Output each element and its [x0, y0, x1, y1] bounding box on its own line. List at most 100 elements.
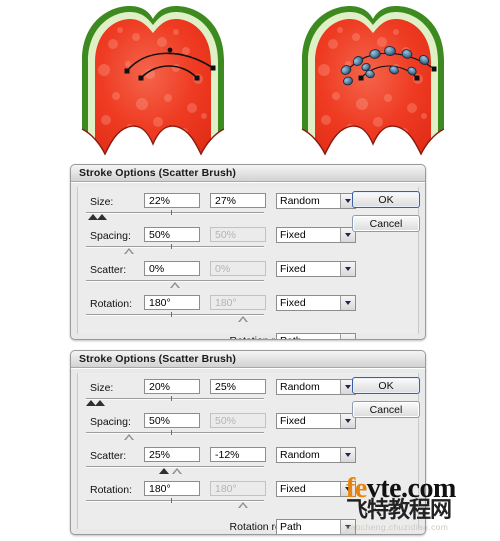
slider-handle-max[interactable]	[171, 468, 182, 474]
slider-handle[interactable]	[123, 248, 134, 254]
slider-tick	[171, 396, 173, 401]
size-max-input[interactable]: 27%	[210, 193, 266, 208]
size-slider[interactable]	[86, 210, 264, 223]
scatter-mode-value: Fixed	[280, 263, 306, 275]
chevron-down-icon[interactable]	[340, 262, 355, 276]
slider-handle-max[interactable]	[95, 400, 106, 406]
spacing-slider[interactable]	[86, 430, 264, 443]
slider-handle-min[interactable]	[159, 468, 170, 474]
spacing-mode-dropdown[interactable]: Fixed	[276, 413, 356, 429]
anchor-point[interactable]	[124, 68, 130, 74]
rotation-mode-dropdown[interactable]: Fixed	[276, 295, 356, 311]
slider-tick	[171, 210, 173, 215]
anchor-point[interactable]	[210, 65, 216, 71]
dialog-title: Stroke Options (Scatter Brush)	[79, 353, 237, 365]
dialog-content-panel: Size: 22% 27% Random Spacing: 50% 50% Fi…	[77, 187, 420, 339]
illustration-area	[0, 0, 500, 160]
rotation-min-input[interactable]: 180°	[144, 295, 200, 310]
slider-track	[86, 212, 264, 214]
cancel-button[interactable]: Cancel	[352, 401, 420, 418]
row-rotation: Rotation: 180° 180° Fixed	[86, 481, 412, 515]
anchor-point[interactable]	[138, 75, 144, 81]
row-label-rotation: Rotation:	[90, 298, 133, 310]
chevron-down-icon[interactable]	[340, 520, 355, 534]
anchor-point[interactable]	[414, 75, 420, 81]
slider-tick	[171, 498, 173, 503]
spacing-mode-dropdown[interactable]: Fixed	[276, 227, 356, 243]
scatter-min-input[interactable]: 0%	[144, 261, 200, 276]
row-label-rotation: Rotation:	[90, 484, 133, 496]
scatter-mode-dropdown[interactable]: Random	[276, 447, 356, 463]
chevron-down-icon[interactable]	[340, 296, 355, 310]
stroke-options-dialog-1[interactable]: Stroke Options (Scatter Brush) Size: 22%…	[70, 164, 426, 340]
rotation-relative-value: Path	[280, 521, 302, 533]
chevron-down-icon[interactable]	[340, 448, 355, 462]
row-label-size: Size:	[90, 382, 114, 394]
scatter-slider[interactable]	[86, 464, 264, 477]
slider-handle[interactable]	[237, 502, 248, 508]
slider-tick	[171, 312, 173, 317]
slider-tick	[171, 430, 173, 435]
dialog-titlebar[interactable]: Stroke Options (Scatter Brush)	[71, 351, 425, 368]
slider-track	[86, 398, 264, 400]
rotation-mode-value: Fixed	[280, 297, 306, 309]
slider-handle[interactable]	[170, 282, 180, 288]
size-min-input[interactable]: 22%	[144, 193, 200, 208]
row-label-scatter: Scatter:	[90, 264, 127, 276]
size-min-input[interactable]: 20%	[144, 379, 200, 394]
stroke-options-dialog-2[interactable]: Stroke Options (Scatter Brush) Size: 20%…	[70, 350, 426, 535]
size-mode-dropdown[interactable]: Random	[276, 379, 356, 395]
row-rotation-relative: Rotation relative to: Path	[86, 333, 412, 339]
dialog-titlebar[interactable]: Stroke Options (Scatter Brush)	[71, 165, 425, 182]
size-mode-dropdown[interactable]: Random	[276, 193, 356, 209]
row-spacing: Spacing: 50% 50% Fixed	[86, 413, 412, 447]
chevron-down-icon[interactable]	[340, 334, 355, 339]
spacing-mode-value: Fixed	[280, 229, 306, 241]
chevron-down-icon[interactable]	[340, 482, 355, 496]
dialog-body: Size: 20% 25% Random Spacing: 50% 50% Fi…	[71, 368, 425, 534]
anchor-point[interactable]	[431, 66, 437, 72]
rotation-mode-dropdown[interactable]: Fixed	[276, 481, 356, 497]
slider-handle[interactable]	[123, 434, 134, 440]
rotation-relative-value: Path	[277, 334, 340, 339]
rotation-relative-dropdown[interactable]: Path	[276, 333, 356, 339]
rotation-min-input[interactable]: 180°	[144, 481, 200, 496]
row-label-size: Size:	[90, 196, 114, 208]
scatter-slider[interactable]	[86, 278, 264, 291]
row-scatter: Scatter: 25% -12% Random	[86, 447, 412, 481]
scatter-mode-dropdown[interactable]: Fixed	[276, 261, 356, 277]
rotation-slider[interactable]	[86, 312, 264, 325]
anchor-point[interactable]	[167, 47, 173, 53]
slider-handle-max[interactable]	[97, 214, 108, 220]
row-spacing: Spacing: 50% 50% Fixed	[86, 227, 412, 261]
size-max-input[interactable]: 25%	[210, 379, 266, 394]
dialog-title: Stroke Options (Scatter Brush)	[79, 167, 237, 179]
rotation-max-input: 180°	[210, 295, 266, 310]
anchor-point[interactable]	[194, 75, 200, 81]
watermelon-illustration-left	[81, 6, 225, 156]
anchor-point[interactable]	[358, 75, 364, 81]
spacing-slider[interactable]	[86, 244, 264, 257]
ok-button[interactable]: OK	[352, 377, 420, 394]
spacing-mode-value: Fixed	[280, 415, 306, 427]
scatter-min-input[interactable]: 25%	[144, 447, 200, 462]
ok-button[interactable]: OK	[352, 191, 420, 208]
scatter-max-input[interactable]: -12%	[210, 447, 266, 462]
row-rotation: Rotation: 180° 180° Fixed	[86, 295, 412, 329]
slider-tick	[171, 244, 173, 249]
scatter-mode-value: Random	[280, 449, 320, 461]
rotation-slider[interactable]	[86, 498, 264, 511]
row-rotation-relative: Rotation relative to: Path	[86, 519, 412, 534]
slider-handle[interactable]	[237, 316, 248, 322]
spacing-min-input[interactable]: 50%	[144, 227, 200, 242]
row-label-spacing: Spacing:	[90, 230, 131, 242]
rotation-relative-dropdown[interactable]: Path	[276, 519, 356, 534]
spacing-min-input[interactable]: 50%	[144, 413, 200, 428]
size-slider[interactable]	[86, 396, 264, 409]
scatter-max-input: 0%	[210, 261, 266, 276]
spacing-max-input: 50%	[210, 227, 266, 242]
spacing-max-input: 50%	[210, 413, 266, 428]
dialog-content-panel: Size: 20% 25% Random Spacing: 50% 50% Fi…	[77, 373, 420, 534]
cancel-button[interactable]: Cancel	[352, 215, 420, 232]
watermelon-illustration-right	[301, 6, 445, 156]
